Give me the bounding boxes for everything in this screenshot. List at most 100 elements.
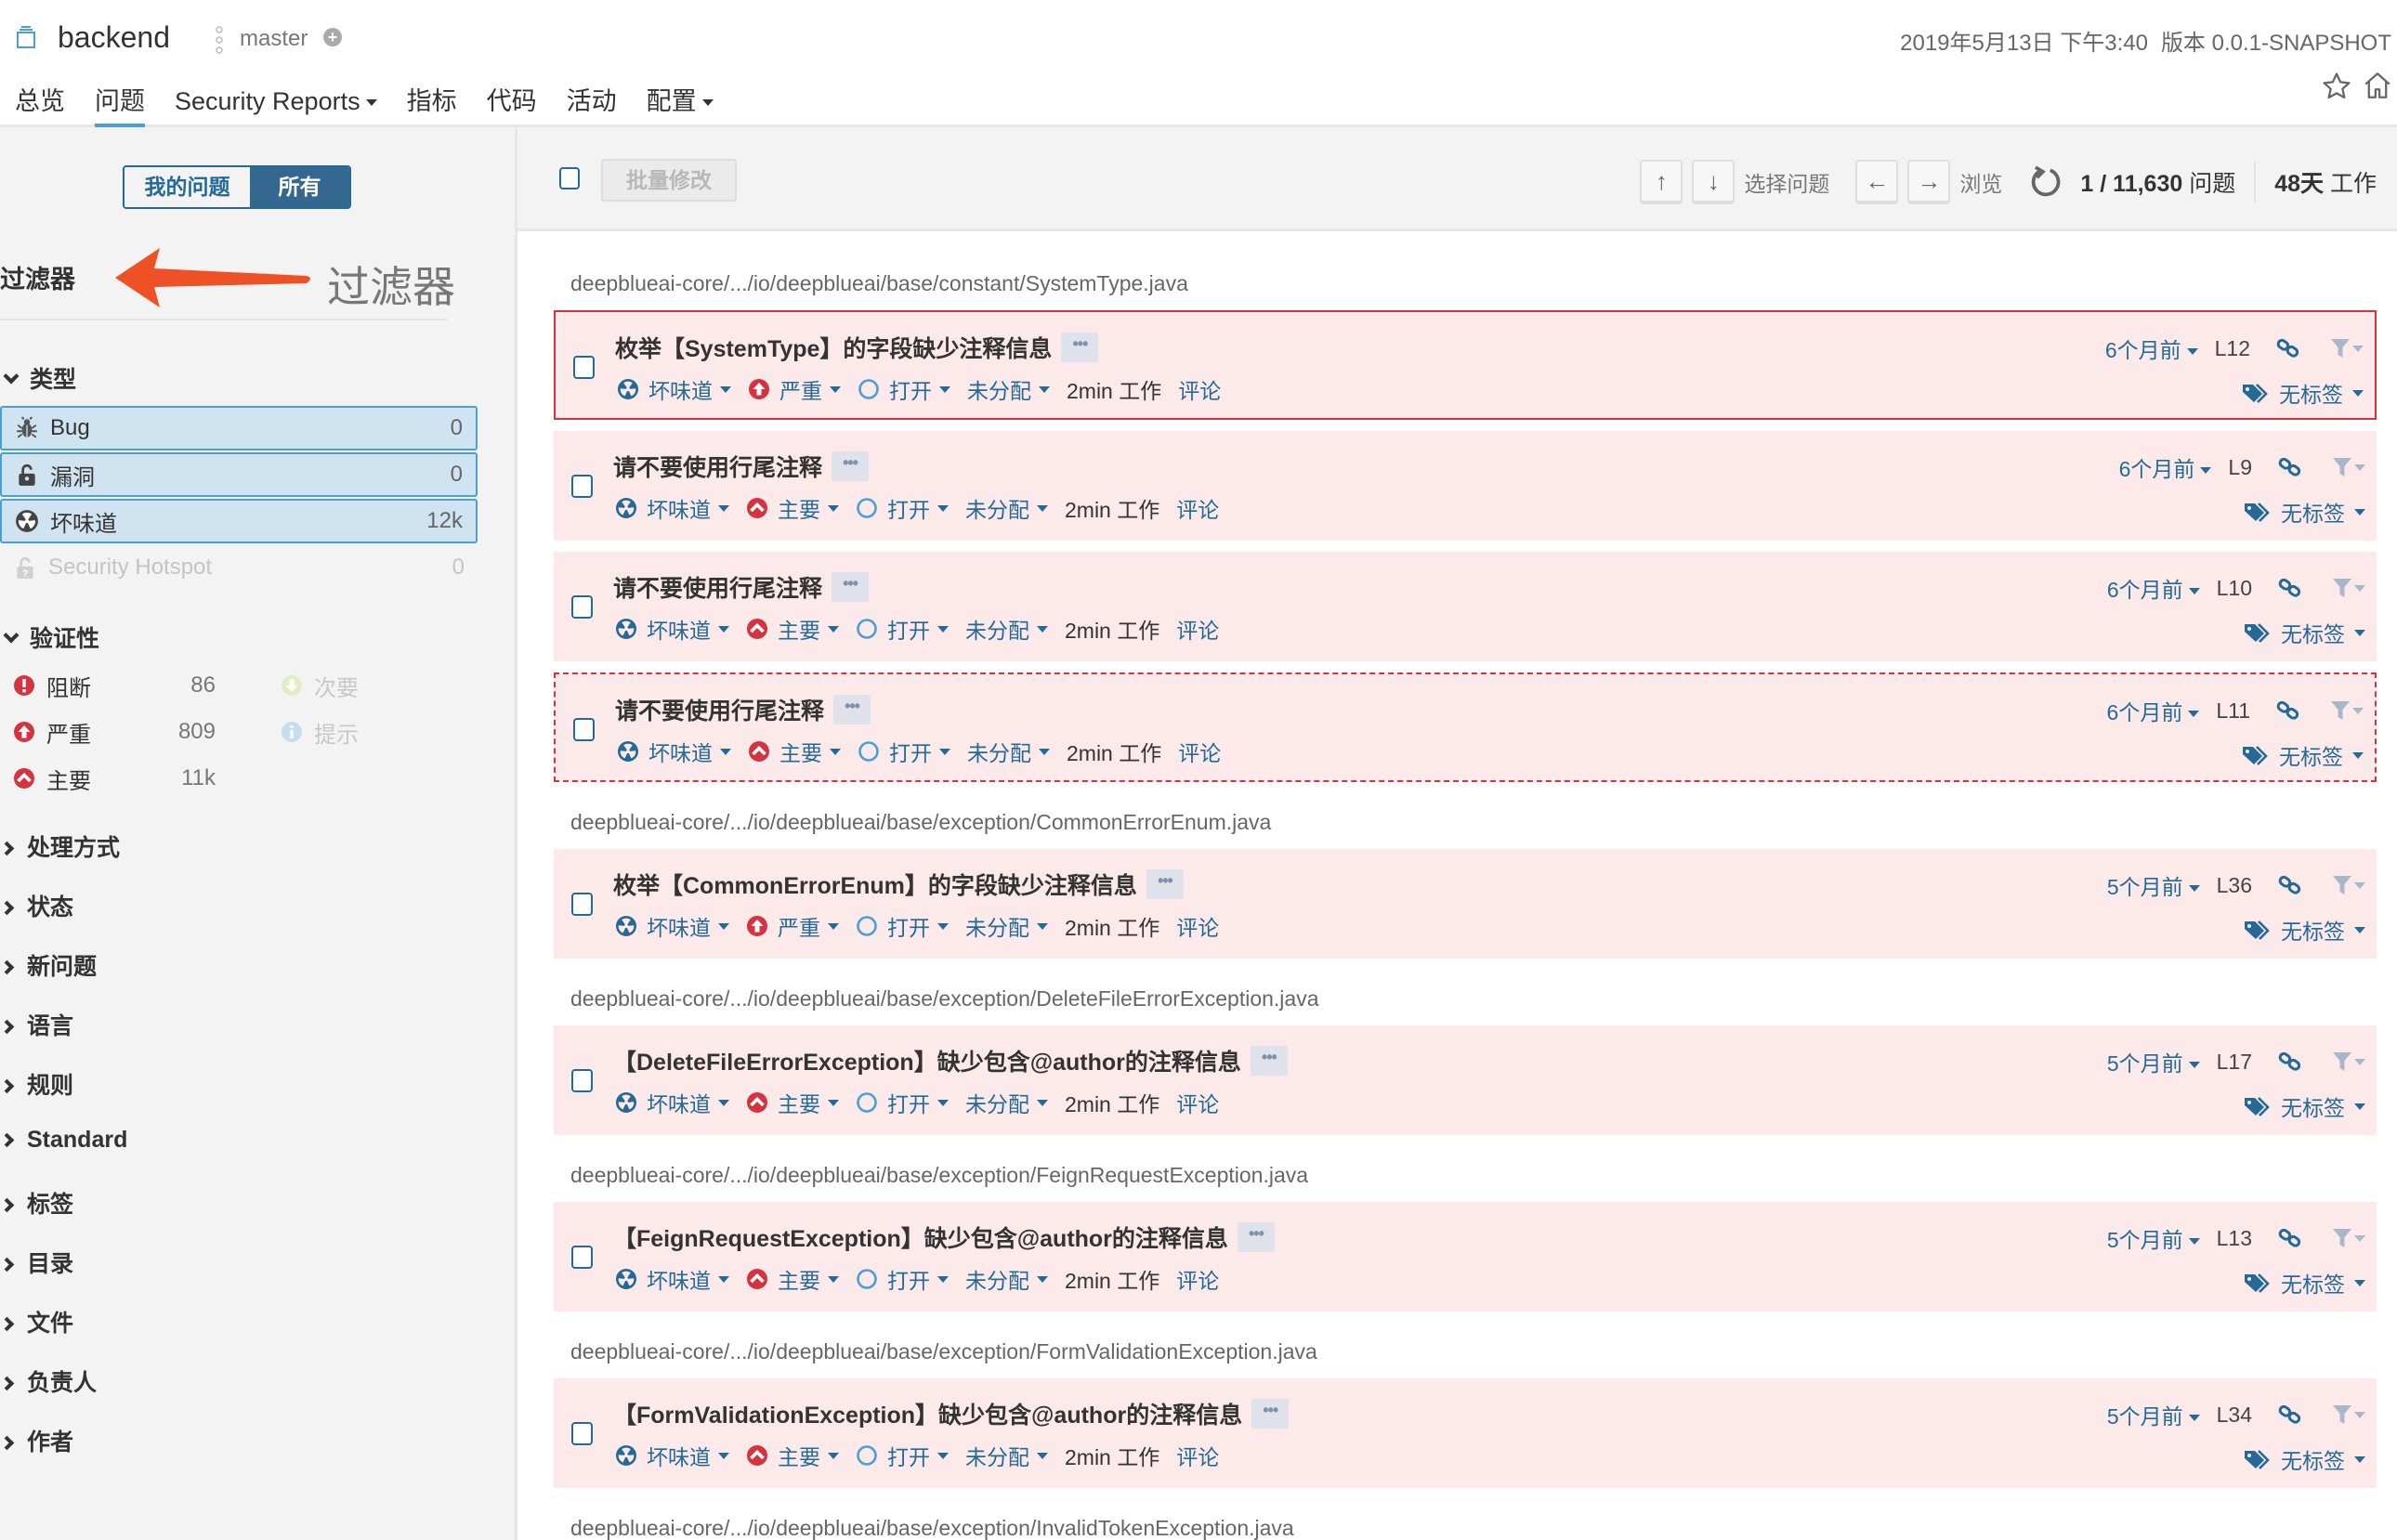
- branch-name[interactable]: master: [240, 26, 308, 52]
- facet-severity-header[interactable]: 验证性: [0, 620, 99, 654]
- issue-assignee-dropdown[interactable]: 未分配: [967, 736, 1050, 767]
- caret-down-icon[interactable]: [2354, 1058, 2365, 1065]
- issue-severity-dropdown[interactable]: 主要: [746, 1087, 839, 1118]
- issue-severity-dropdown[interactable]: 严重: [748, 373, 841, 405]
- caret-down-icon[interactable]: [2354, 1234, 2365, 1242]
- filter-icon[interactable]: [2332, 1403, 2352, 1426]
- permalink-icon[interactable]: [2276, 338, 2300, 359]
- caret-down-icon[interactable]: [2352, 707, 2364, 714]
- issue-type-dropdown[interactable]: 坏味道: [617, 373, 731, 405]
- issue-card[interactable]: 枚举【SystemType】的字段缺少注释信息 ••• 坏味道 严重 打开 未分配 2min…: [554, 310, 2377, 420]
- issue-tags-dropdown[interactable]: 无标签: [2242, 377, 2364, 409]
- filter-icon[interactable]: [2332, 456, 2352, 478]
- facet-header-collapsed[interactable]: 目录: [0, 1246, 73, 1279]
- select-down-key[interactable]: ↓: [1692, 160, 1736, 204]
- permalink-icon[interactable]: [2278, 1404, 2302, 1425]
- facet-header-collapsed[interactable]: 状态: [0, 889, 73, 922]
- issue-severity-dropdown[interactable]: 主要: [746, 613, 839, 645]
- issue-severity-dropdown[interactable]: 主要: [746, 1440, 839, 1471]
- issue-type-dropdown[interactable]: 坏味道: [615, 1263, 729, 1295]
- issue-assignee-dropdown[interactable]: 未分配: [965, 613, 1048, 645]
- comment-link[interactable]: 评论: [1178, 736, 1221, 767]
- issue-type-dropdown[interactable]: 坏味道: [617, 736, 731, 767]
- issue-checkbox[interactable]: [573, 718, 595, 741]
- issue-type-dropdown[interactable]: 坏味道: [615, 1087, 729, 1118]
- more-options-icon[interactable]: •••: [1146, 869, 1184, 899]
- more-options-icon[interactable]: •••: [832, 451, 870, 481]
- facet-severity-item[interactable]: 严重 809: [0, 713, 216, 750]
- my-all-toggle[interactable]: 我的问题 所有: [123, 165, 351, 209]
- issue-checkbox[interactable]: [573, 356, 595, 379]
- facet-header-collapsed[interactable]: 作者: [0, 1424, 73, 1457]
- nav-tab-5[interactable]: 活动: [552, 82, 632, 126]
- filter-icon[interactable]: [2330, 337, 2351, 359]
- permalink-icon[interactable]: [2278, 1228, 2302, 1248]
- caret-down-icon[interactable]: [2354, 881, 2365, 889]
- facet-header-collapsed[interactable]: 标签: [0, 1186, 73, 1220]
- facet-severity-item[interactable]: 提示 0: [268, 713, 539, 750]
- nav-tab-0[interactable]: 总览: [0, 82, 80, 126]
- nav-tab-4[interactable]: 代码: [472, 82, 552, 126]
- issue-assignee-dropdown[interactable]: 未分配: [965, 1087, 1048, 1118]
- select-all-checkbox[interactable]: [559, 167, 580, 189]
- issue-title[interactable]: 枚举【CommonErrorEnum】的字段缺少注释信息: [613, 868, 1137, 901]
- navigate-left-key[interactable]: ←: [1855, 160, 1899, 204]
- comment-link[interactable]: 评论: [1176, 1087, 1219, 1118]
- issue-assignee-dropdown[interactable]: 未分配: [965, 1263, 1048, 1295]
- my-issues-button[interactable]: 我的问题: [124, 167, 250, 207]
- issue-tags-dropdown[interactable]: 无标签: [2244, 617, 2365, 648]
- facet-type-item[interactable]: Bug 0: [0, 406, 478, 450]
- issue-checkbox[interactable]: [571, 1422, 593, 1445]
- permalink-icon[interactable]: [2278, 457, 2302, 477]
- caret-down-icon[interactable]: [2354, 1411, 2365, 1418]
- comment-link[interactable]: 评论: [1176, 1263, 1219, 1295]
- comment-link[interactable]: 评论: [1178, 373, 1221, 405]
- issue-age-dropdown[interactable]: 5个月前: [2107, 1046, 2200, 1077]
- issue-severity-dropdown[interactable]: 主要: [748, 736, 841, 767]
- more-options-icon[interactable]: •••: [1251, 1399, 1290, 1429]
- project-name[interactable]: backend: [58, 20, 170, 55]
- issue-tags-dropdown[interactable]: 无标签: [2244, 496, 2365, 528]
- issue-title[interactable]: 【DeleteFileErrorException】缺少包含@author的注释…: [613, 1044, 1241, 1077]
- issue-checkbox[interactable]: [571, 595, 593, 619]
- component-path[interactable]: deepblueai-core/.../io/deepblueai/base/e…: [570, 1516, 1294, 1540]
- issue-title[interactable]: 请不要使用行尾注释: [613, 570, 822, 604]
- permalink-icon[interactable]: [2278, 875, 2302, 895]
- issue-status-dropdown[interactable]: 打开: [856, 492, 949, 524]
- all-issues-button[interactable]: 所有: [250, 167, 349, 207]
- issue-title[interactable]: 请不要使用行尾注释: [613, 450, 822, 483]
- issue-age-dropdown[interactable]: 5个月前: [2107, 1222, 2200, 1254]
- issue-card[interactable]: 枚举【CommonErrorEnum】的字段缺少注释信息 ••• 坏味道 严重 打开 未分…: [554, 849, 2377, 959]
- component-path[interactable]: deepblueai-core/.../io/deepblueai/base/e…: [570, 1339, 1317, 1364]
- issue-title[interactable]: 【FormValidationException】缺少包含@author的注释信…: [613, 1397, 1242, 1430]
- issue-assignee-dropdown[interactable]: 未分配: [967, 373, 1050, 405]
- facet-type-item[interactable]: ? Security Hotspot 0: [0, 545, 478, 590]
- nav-tab-1[interactable]: 问题: [80, 82, 160, 129]
- issue-age-dropdown[interactable]: 6个月前: [2107, 695, 2200, 726]
- comment-link[interactable]: 评论: [1176, 910, 1219, 942]
- facet-type-item[interactable]: 坏味道 12k: [0, 499, 478, 543]
- issue-card[interactable]: 请不要使用行尾注释 ••• 坏味道 主要 打开 未分配 2min 工作 评论 6个月前 L10 无标…: [554, 552, 2377, 661]
- issue-title[interactable]: 请不要使用行尾注释: [615, 693, 824, 726]
- more-options-icon[interactable]: •••: [832, 572, 870, 602]
- permalink-icon[interactable]: [2278, 1051, 2302, 1072]
- issue-status-dropdown[interactable]: 打开: [856, 613, 949, 645]
- caret-down-icon[interactable]: [2354, 584, 2365, 592]
- more-options-icon[interactable]: •••: [833, 695, 871, 724]
- issue-type-dropdown[interactable]: 坏味道: [615, 910, 729, 942]
- component-path[interactable]: deepblueai-core/.../io/deepblueai/base/e…: [570, 1163, 1308, 1188]
- issue-tags-dropdown[interactable]: 无标签: [2244, 1443, 2365, 1475]
- facet-header-collapsed[interactable]: 规则: [0, 1067, 73, 1101]
- issue-tags-dropdown[interactable]: 无标签: [2244, 1267, 2365, 1299]
- facet-header-collapsed[interactable]: Standard: [0, 1127, 127, 1154]
- more-options-icon[interactable]: •••: [1061, 333, 1099, 362]
- issue-tags-dropdown[interactable]: 无标签: [2242, 739, 2364, 771]
- issue-type-dropdown[interactable]: 坏味道: [615, 492, 729, 524]
- component-path[interactable]: deepblueai-core/.../io/deepblueai/base/e…: [570, 810, 1271, 835]
- issue-status-dropdown[interactable]: 打开: [856, 1440, 949, 1471]
- star-icon[interactable]: [2321, 71, 2352, 102]
- issue-assignee-dropdown[interactable]: 未分配: [965, 1440, 1048, 1471]
- filter-icon[interactable]: [2332, 1227, 2352, 1249]
- issue-status-dropdown[interactable]: 打开: [856, 1087, 949, 1118]
- select-up-key[interactable]: ↑: [1640, 160, 1683, 204]
